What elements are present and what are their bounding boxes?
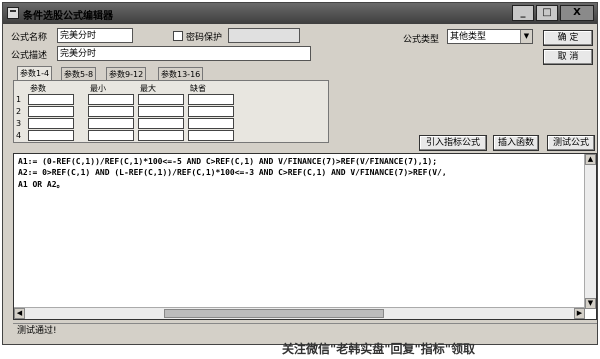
minimize-button[interactable]: _ xyxy=(512,5,534,21)
col-head-max: 最大 xyxy=(140,84,156,93)
param-max-input[interactable] xyxy=(138,130,184,141)
param-min-input[interactable] xyxy=(88,130,134,141)
insert-function-button[interactable]: 插入函数 xyxy=(493,135,539,151)
window-title: 条件选股公式编辑器 xyxy=(23,11,113,22)
row-num: 1 xyxy=(16,95,22,104)
param-name-input[interactable] xyxy=(28,94,74,105)
arrow-right-icon[interactable]: ▶ xyxy=(574,308,585,319)
param-default-input[interactable] xyxy=(188,106,234,117)
status-bar: 测试通过! xyxy=(13,323,597,337)
formula-desc-label: 公式描述 xyxy=(11,51,48,61)
tab-params-1-4[interactable]: 参数1-4 xyxy=(17,66,53,81)
param-name-input[interactable] xyxy=(28,130,74,141)
tab-params-13-16[interactable]: 参数13-16 xyxy=(158,67,204,81)
password-checkbox[interactable] xyxy=(173,31,183,41)
password-label: 密码保护 xyxy=(186,33,223,43)
row-num: 2 xyxy=(16,107,22,116)
param-default-input[interactable] xyxy=(188,118,234,129)
arrow-down-icon[interactable]: ▼ xyxy=(585,298,596,309)
col-head-min: 最小 xyxy=(90,84,106,93)
param-max-input[interactable] xyxy=(138,118,184,129)
col-head-param: 参数 xyxy=(30,84,46,93)
param-min-input[interactable] xyxy=(88,118,134,129)
col-head-default: 缺省 xyxy=(190,84,206,93)
scroll-thumb[interactable] xyxy=(164,309,384,318)
watermark-caption: 关注微信"老韩实盘"回复"指标"领取 xyxy=(282,342,476,356)
param-min-input[interactable] xyxy=(88,94,134,105)
param-max-input[interactable] xyxy=(138,106,184,117)
title-bar[interactable]: 条件选股公式编辑器 _ □ X xyxy=(3,3,597,24)
chevron-down-icon[interactable]: ▼ xyxy=(520,30,532,43)
arrow-up-icon[interactable]: ▲ xyxy=(585,154,596,165)
formula-type-select[interactable]: 其他类型 ▼ xyxy=(447,29,533,44)
test-formula-button[interactable]: 测试公式 xyxy=(547,135,595,151)
password-input[interactable] xyxy=(228,28,300,43)
maximize-button[interactable]: □ xyxy=(536,5,558,21)
tab-params-5-8[interactable]: 参数5-8 xyxy=(61,67,97,81)
code-line: A1:= (0-REF(C,1))/REF(C,1)*100<=-5 AND C… xyxy=(18,157,438,166)
param-max-input[interactable] xyxy=(138,94,184,105)
vertical-scrollbar[interactable]: ▲ ▼ xyxy=(584,154,596,309)
formula-name-label: 公式名称 xyxy=(11,33,48,43)
app-icon xyxy=(7,7,19,19)
formula-editor-window: 条件选股公式编辑器 _ □ X 公式名称 完美分时 密码保护 公式描述 完美分时… xyxy=(2,2,598,345)
formula-type-label: 公式类型 xyxy=(403,35,440,45)
import-indicator-button[interactable]: 引入指标公式 xyxy=(419,135,487,151)
param-name-input[interactable] xyxy=(28,106,74,117)
ok-button[interactable]: 确 定 xyxy=(543,30,593,46)
param-name-input[interactable] xyxy=(28,118,74,129)
arrow-left-icon[interactable]: ◀ xyxy=(14,308,25,319)
row-num: 3 xyxy=(16,119,22,128)
tab-params-9-12[interactable]: 参数9-12 xyxy=(106,67,147,81)
formula-name-input[interactable]: 完美分时 xyxy=(57,28,133,43)
formula-type-value: 其他类型 xyxy=(450,32,487,42)
code-line: A1 OR A2。 xyxy=(18,180,65,189)
param-min-input[interactable] xyxy=(88,106,134,117)
row-num: 4 xyxy=(16,131,22,140)
formula-editor[interactable]: A1:= (0-REF(C,1))/REF(C,1)*100<=-5 AND C… xyxy=(13,153,597,320)
cancel-button[interactable]: 取 消 xyxy=(543,49,593,65)
params-panel: 参数 最小 最大 缺省 1 2 3 4 xyxy=(13,80,329,143)
code-line: A2:= 0>REF(C,1) AND (L-REF(C,1))/REF(C,1… xyxy=(18,168,447,177)
param-default-input[interactable] xyxy=(188,94,234,105)
horizontal-scrollbar[interactable]: ◀ ▶ xyxy=(14,307,585,319)
param-default-input[interactable] xyxy=(188,130,234,141)
formula-desc-input[interactable]: 完美分时 xyxy=(57,46,311,61)
close-button[interactable]: X xyxy=(560,5,594,21)
